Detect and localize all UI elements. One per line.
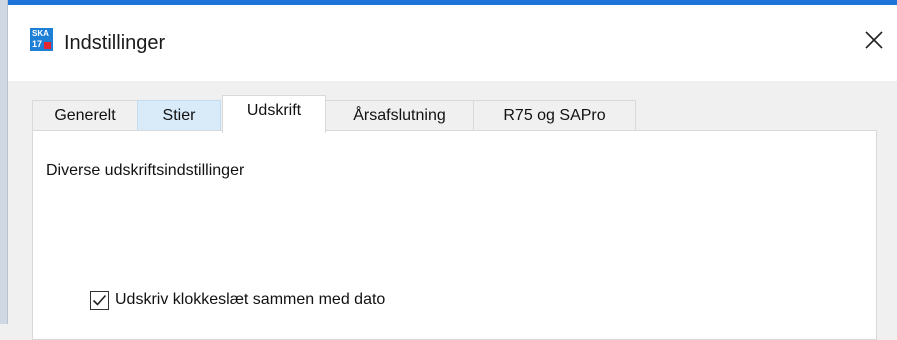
print-time-with-date-checkbox[interactable] bbox=[90, 291, 109, 310]
tab-label: Udskrift bbox=[246, 102, 302, 119]
panel-heading: Diverse udskriftsindstillinger bbox=[46, 162, 245, 179]
checkmark-icon bbox=[92, 294, 107, 306]
tab-label: Generelt bbox=[54, 107, 116, 124]
window-title: Indstillinger bbox=[64, 32, 166, 54]
tab-r75-og-sapro[interactable]: R75 og SAPro bbox=[473, 100, 636, 131]
ska-app-icon: SKA 17 bbox=[30, 28, 53, 51]
settings-dialog: SKA 17 Indstillinger Generelt Stier Udsk… bbox=[0, 0, 897, 340]
tab-label: Årsafslutning bbox=[353, 107, 446, 124]
app-icon-accent bbox=[44, 42, 51, 49]
background-window-edge bbox=[0, 0, 8, 324]
tab-label: R75 og SAPro bbox=[503, 107, 606, 124]
app-icon-text-bottom: 17 bbox=[32, 39, 43, 49]
print-time-with-date-label[interactable]: Udskriv klokkeslæt sammen med dato bbox=[115, 290, 385, 310]
close-button[interactable] bbox=[851, 23, 897, 59]
tab-aarsafslutning[interactable]: Årsafslutning bbox=[325, 100, 474, 131]
tab-stier[interactable]: Stier bbox=[137, 100, 221, 131]
close-icon bbox=[865, 31, 883, 49]
tab-panel-udskrift: Diverse udskriftsindstillinger Udskriv k… bbox=[32, 130, 877, 340]
dialog-right-margin bbox=[877, 81, 897, 324]
app-icon-text-top: SKA bbox=[32, 29, 49, 38]
tab-label: Stier bbox=[162, 107, 196, 124]
tab-udskrift[interactable]: Udskrift bbox=[222, 95, 326, 133]
tab-generelt[interactable]: Generelt bbox=[32, 100, 138, 131]
title-bar[interactable]: SKA 17 Indstillinger bbox=[8, 5, 897, 81]
